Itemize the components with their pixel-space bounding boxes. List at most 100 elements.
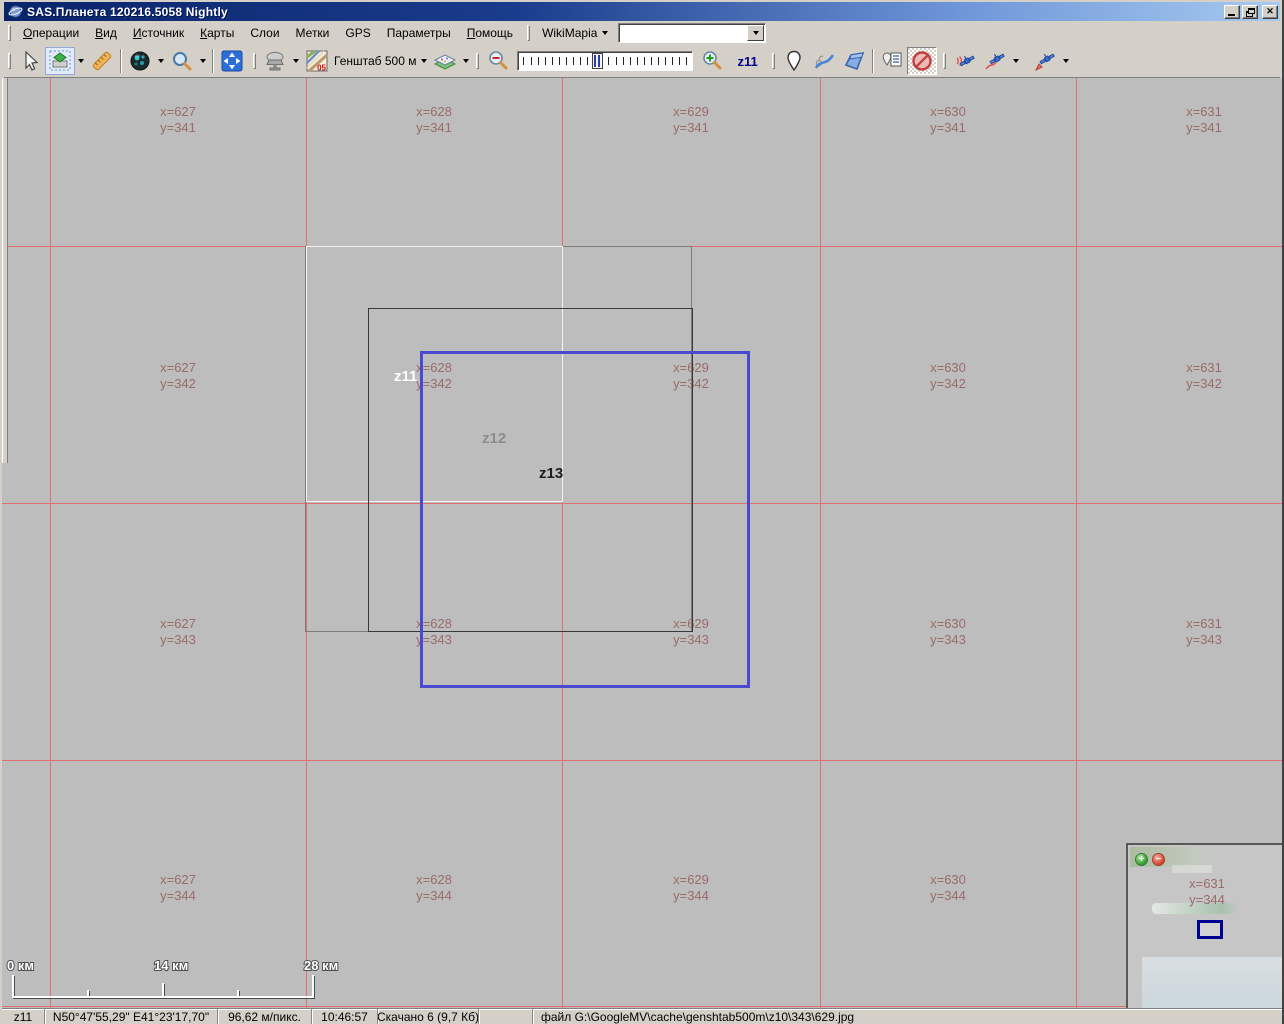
tile-label: x=627 y=344	[160, 872, 196, 904]
go-to-button[interactable]	[125, 47, 155, 75]
menu-item-8[interactable]: Параметры	[379, 23, 459, 43]
slider-tick	[523, 57, 524, 65]
slider-tick	[672, 57, 673, 65]
chevron-down-icon	[293, 59, 299, 63]
slider-tick	[665, 57, 666, 65]
chevron-down-icon	[753, 31, 759, 35]
add-placemark-button[interactable]	[779, 47, 809, 75]
menu-item-5[interactable]: Слои	[242, 23, 287, 43]
slider-tick	[644, 57, 645, 65]
map-area[interactable]: x=627 y=341x=628 y=341x=629 y=341x=630 y…	[2, 78, 1282, 1008]
ruler-icon	[90, 49, 114, 73]
placemark-manager-button[interactable]	[877, 47, 907, 75]
toolbar-gripper[interactable]	[943, 53, 946, 69]
tile-label: x=630 y=344	[930, 872, 966, 904]
slider-tick	[566, 57, 567, 65]
close-button[interactable]: ✕	[1262, 5, 1278, 19]
toolbar-gripper[interactable]	[253, 53, 256, 69]
wikimapia-layer-button[interactable]: WikiMapia	[536, 24, 614, 42]
forbid-icon	[910, 49, 934, 73]
selection-rect	[420, 351, 750, 688]
source-mode-dropdown[interactable]	[290, 47, 302, 75]
restore-button[interactable]	[1242, 5, 1258, 19]
slider-tick	[630, 57, 631, 65]
zoom-slider[interactable]	[517, 51, 693, 71]
selection-tool-icon	[48, 49, 72, 73]
search-dropdown[interactable]	[197, 47, 209, 75]
slider-tick	[679, 57, 680, 65]
menu-item-2[interactable]: Вид	[87, 23, 125, 43]
main-toolbar: 05 Генштаб 500 м	[4, 45, 1280, 78]
gps-connect-button[interactable]	[950, 47, 980, 75]
close-icon: ✕	[1266, 6, 1274, 17]
zoom-out-button[interactable]	[483, 47, 513, 75]
tile-label: x=628 y=344	[416, 872, 452, 904]
zoom-slider-thumb[interactable]	[592, 53, 603, 69]
pan-cursor-button[interactable]	[15, 47, 45, 75]
restore-icon	[1246, 8, 1255, 17]
menu-item-9[interactable]: Помощь	[459, 23, 521, 43]
title-bar[interactable]: SAS.Планета 120216.5058 Nightly ✕	[4, 2, 1280, 21]
zoom-level-overlay-label: z11	[394, 368, 417, 386]
zoom-in-button[interactable]	[697, 47, 727, 75]
layers-select-button[interactable]	[430, 47, 460, 75]
minimap-terrain	[1142, 957, 1282, 1008]
menu-item-3[interactable]: Источник	[125, 23, 192, 43]
layers-dropdown[interactable]	[460, 47, 472, 75]
fullscreen-button[interactable]	[217, 47, 247, 75]
menu-item-6[interactable]: Метки	[288, 23, 338, 43]
app-logo-icon	[8, 4, 23, 19]
slider-tick	[531, 57, 532, 65]
chevron-down-icon	[1013, 59, 1019, 63]
hide-placemarks-button[interactable]	[907, 47, 937, 75]
svg-text:05: 05	[317, 64, 326, 73]
tile-label: x=631 y=342	[1186, 360, 1222, 392]
menu-item-1[interactable]: Операции	[15, 23, 87, 43]
go-to-dropdown[interactable]	[155, 47, 167, 75]
gps-position-button[interactable]	[1030, 47, 1060, 75]
toolbar-gripper[interactable]	[476, 53, 479, 69]
source-mode-button[interactable]	[260, 47, 290, 75]
minimap-view-rect[interactable]	[1197, 920, 1223, 939]
gps-track-dropdown[interactable]	[1010, 47, 1022, 75]
grid-line-vertical	[1076, 78, 1077, 1008]
menubar-gripper[interactable]	[8, 25, 11, 41]
grid-line-vertical	[820, 78, 821, 1008]
search-combobox[interactable]	[618, 23, 766, 43]
tile-label: x=631 y=343	[1186, 616, 1222, 648]
add-path-button[interactable]	[809, 47, 839, 75]
slider-tick	[538, 57, 539, 65]
search-button[interactable]	[167, 47, 197, 75]
tile-label: x=627 y=343	[160, 616, 196, 648]
toolbar-gripper[interactable]	[8, 53, 11, 69]
side-panel-splitter[interactable]	[2, 78, 8, 463]
grid-line-horizontal	[2, 1006, 1282, 1007]
chevron-down-icon	[421, 59, 427, 63]
status-bar: z11N50°47'55,29" E41°23'17,70"96,62 м/пи…	[2, 1008, 1282, 1024]
zoom-level-overlay-label: z13	[539, 465, 563, 483]
tile-label: x=629 y=344	[673, 872, 709, 904]
wikimapia-gripper[interactable]	[527, 25, 530, 41]
app-window: SAS.Планета 120216.5058 Nightly ✕ Операц…	[0, 0, 1284, 1024]
add-polygon-button[interactable]	[839, 47, 869, 75]
toolbar-gripper[interactable]	[772, 53, 775, 69]
selection-tool-dropdown[interactable]	[75, 47, 87, 75]
minimap-terrain	[1172, 865, 1212, 873]
minimap-zoom-out-button[interactable]: −	[1152, 853, 1165, 866]
status-downloaded: Скачано 6 (9,7 Кб)	[378, 1009, 479, 1024]
slider-tick	[686, 57, 687, 65]
ruler-button[interactable]	[87, 47, 117, 75]
combobox-dropdown-button[interactable]	[747, 25, 764, 41]
status-zoom: z11	[2, 1009, 45, 1024]
scale-label-0: 0 км	[7, 958, 34, 973]
menu-item-4[interactable]: Карты	[192, 23, 242, 43]
minimap-panel[interactable]: x=631 y=344 + −	[1126, 843, 1282, 1008]
minimap-zoom-in-button[interactable]: +	[1135, 853, 1148, 866]
minimize-button[interactable]	[1224, 5, 1240, 19]
map-select-button[interactable]: 05 Генштаб 500 м	[302, 47, 430, 75]
minimap-tile-label: x=631 y=344	[1189, 876, 1225, 908]
gps-position-dropdown[interactable]	[1060, 47, 1072, 75]
selection-tool-button[interactable]	[45, 47, 75, 75]
menu-item-7[interactable]: GPS	[337, 23, 378, 43]
gps-track-button[interactable]	[980, 47, 1010, 75]
